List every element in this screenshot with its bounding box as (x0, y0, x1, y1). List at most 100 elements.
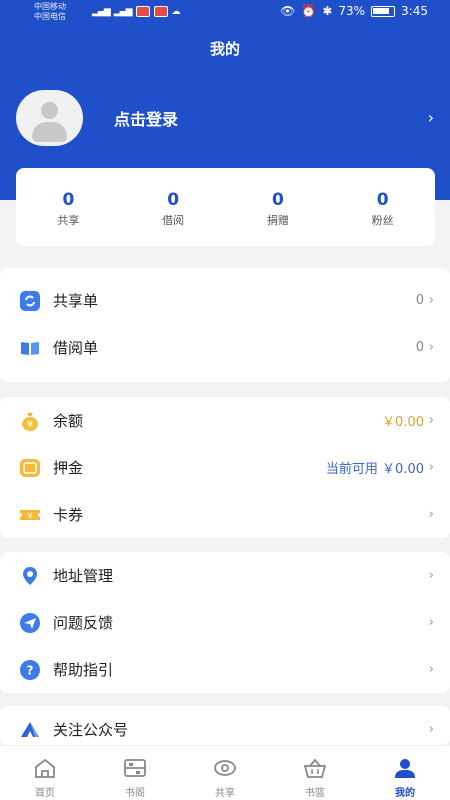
money-bag-icon: ¥ (19, 410, 41, 432)
menu-item-feedback[interactable]: 问题反馈 › (0, 599, 450, 646)
alarm-icon: ⏰ (301, 4, 317, 18)
menu-item-follow-account[interactable]: 关注公众号 › (0, 706, 450, 745)
svg-text:?: ? (27, 663, 34, 677)
basket-icon (303, 756, 327, 780)
stat-fans[interactable]: 0 粉丝 (330, 168, 435, 246)
stat-share[interactable]: 0 共享 (16, 168, 121, 246)
status-bar: 中国移动 中国电信 ▂▄▆ ▂▄▆ ☁ 👁 ⏰ ✱ 73% 3:45 (0, 0, 450, 24)
menu-item-label: 帮助指引 (53, 661, 114, 679)
stat-value: 0 (167, 190, 180, 210)
tab-label: 书阁 (125, 788, 145, 799)
location-pin-icon (19, 565, 41, 587)
help-icon: ? (19, 659, 41, 681)
chevron-right-icon: › (428, 460, 434, 475)
tab-label: 我的 (395, 788, 415, 799)
orders-section: 共享单 0 › 借阅单 0 › (0, 268, 450, 382)
status-left-icons: ▂▄▆ ▂▄▆ ☁ (92, 6, 181, 17)
stat-value: 0 (271, 190, 284, 210)
profile-login-row[interactable]: 点击登录 › (16, 88, 436, 148)
login-text[interactable]: 点击登录 (114, 106, 178, 130)
chevron-right-icon: › (428, 615, 434, 630)
eye-icon: 👁 (280, 4, 296, 18)
menu-item-coupons[interactable]: ¥ 卡券 › (0, 491, 450, 538)
svg-text:¥: ¥ (27, 420, 33, 430)
tab-bookshelf[interactable]: 书阁 (90, 746, 180, 800)
menu-item-label: 押金 (53, 459, 84, 477)
avatar-body-shape (32, 122, 67, 142)
stats-card: 0 共享 0 借阅 0 捐赠 0 粉丝 (16, 168, 435, 246)
menu-item-label: 共享单 (53, 292, 99, 310)
stat-label: 捐赠 (266, 214, 289, 227)
tab-home[interactable]: 首页 (0, 746, 90, 800)
home-icon (33, 756, 57, 780)
chevron-right-icon: › (428, 662, 434, 677)
notification-app-icon-2 (153, 6, 168, 17)
avatar[interactable] (16, 90, 83, 146)
tab-label: 书篮 (305, 788, 325, 799)
menu-item-count: 0 (415, 293, 424, 308)
stat-donate[interactable]: 0 捐赠 (226, 168, 331, 246)
services-section: 地址管理 › 问题反馈 › ? 帮助指引 › (0, 552, 450, 693)
stat-label: 粉丝 (371, 214, 394, 227)
chevron-right-icon: › (428, 507, 434, 522)
tab-label: 共享 (215, 788, 235, 799)
stat-label: 借阅 (162, 214, 185, 227)
menu-item-count: 0 (415, 340, 424, 355)
carrier-1: 中国移动 (34, 2, 66, 11)
share-order-icon (19, 290, 41, 312)
chevron-right-icon: › (428, 568, 434, 583)
deposit-icon (19, 457, 41, 479)
carrier-2: 中国电信 (34, 12, 66, 21)
send-icon (19, 612, 41, 634)
user-icon (393, 756, 417, 780)
status-right: 👁 ⏰ ✱ 73% 3:45 (280, 4, 428, 18)
chevron-right-icon: › (428, 413, 434, 428)
signal-icon: ▂▄▆ (92, 6, 111, 17)
tab-mine[interactable]: 我的 (360, 746, 450, 800)
menu-item-label: 问题反馈 (53, 614, 114, 632)
menu-item-help[interactable]: ? 帮助指引 › (0, 646, 450, 693)
bluetooth-icon: ✱ (322, 4, 333, 18)
carrier-info: 中国移动 中国电信 (34, 2, 66, 22)
chevron-right-icon: › (428, 722, 434, 737)
share-cycle-icon (212, 756, 238, 780)
bottom-tab-bar: 首页 书阁 共享 书篮 我的 (0, 745, 450, 800)
svg-text:¥: ¥ (27, 511, 32, 520)
coupon-icon: ¥ (19, 504, 41, 526)
menu-item-label: 卡券 (53, 506, 84, 524)
menu-item-label: 余额 (53, 412, 84, 430)
tab-share[interactable]: 共享 (180, 746, 270, 800)
stat-value: 0 (62, 190, 75, 210)
follow-section: 关注公众号 › (0, 706, 450, 745)
stat-borrow[interactable]: 0 借阅 (121, 168, 226, 246)
avatar-head-shape (41, 102, 58, 119)
deposit-value: 当前可用 ￥0.00 (325, 462, 424, 477)
battery-icon (371, 5, 396, 17)
menu-item-borrow-orders[interactable]: 借阅单 0 › (0, 324, 450, 371)
signal-icon-2: ▂▄▆ (113, 6, 133, 17)
clock-time: 3:45 (401, 4, 428, 18)
bookshelf-icon (123, 756, 147, 780)
menu-item-label: 地址管理 (53, 567, 114, 585)
battery-percent: 73% (338, 4, 366, 18)
menu-item-share-orders[interactable]: 共享单 0 › (0, 277, 450, 324)
menu-item-label: 借阅单 (53, 339, 99, 357)
tab-basket[interactable]: 书篮 (270, 746, 360, 800)
wallet-section: ¥ 余额 ￥0.00 › 押金 当前可用 ￥0.00 › ¥ 卡券 › (0, 397, 450, 538)
chevron-right-icon: › (427, 108, 434, 127)
book-icon (19, 337, 41, 359)
tab-label: 首页 (35, 788, 55, 799)
chevron-right-icon: › (428, 340, 434, 355)
notification-cloud-icon: ☁ (171, 6, 181, 17)
follow-logo-icon (19, 719, 41, 741)
notification-app-icon (135, 6, 150, 17)
stat-label: 共享 (57, 214, 80, 227)
stat-value: 0 (376, 190, 389, 210)
chevron-right-icon: › (428, 293, 434, 308)
menu-item-balance[interactable]: ¥ 余额 ￥0.00 › (0, 397, 450, 444)
menu-item-address[interactable]: 地址管理 › (0, 552, 450, 599)
menu-item-label: 关注公众号 (53, 721, 129, 739)
menu-item-deposit[interactable]: 押金 当前可用 ￥0.00 › (0, 444, 450, 491)
balance-value: ￥0.00 (382, 415, 424, 430)
page-title: 我的 (209, 40, 240, 58)
